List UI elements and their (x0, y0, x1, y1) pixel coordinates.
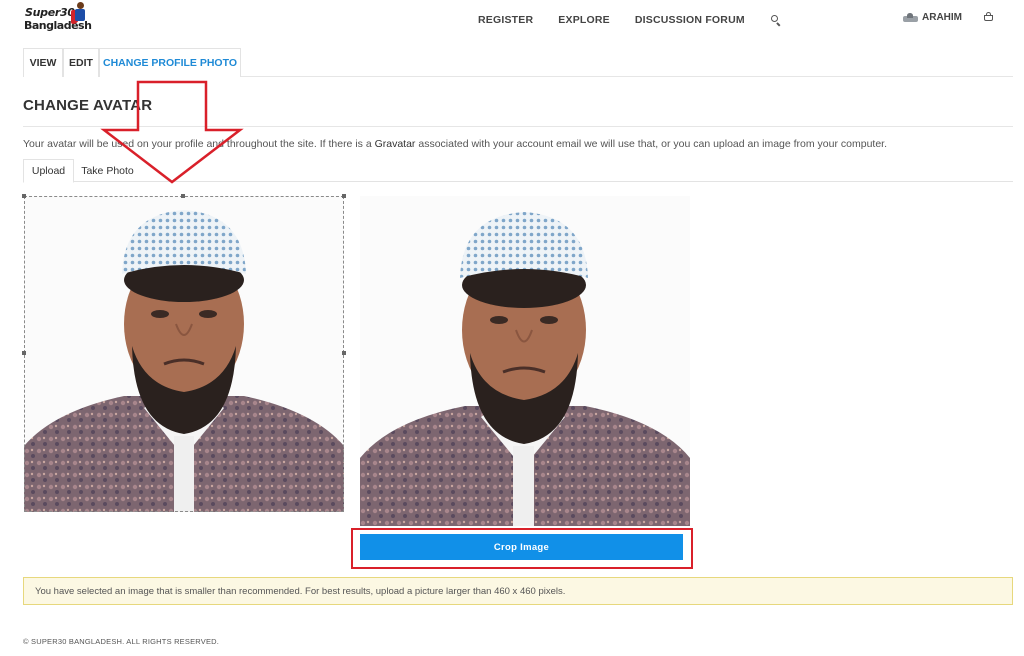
gravatar-link[interactable]: Gravatar (375, 138, 416, 150)
user-menu[interactable]: ARAHIM (903, 12, 962, 23)
crop-handle-top[interactable] (181, 194, 185, 198)
top-navigation: REGISTER EXPLORE DISCUSSION FORUM (478, 14, 782, 27)
description-text-end: associated with your account email we wi… (415, 138, 888, 150)
tab-edit[interactable]: EDIT (63, 48, 99, 77)
tab-change-profile-photo[interactable]: CHANGE PROFILE PHOTO (99, 48, 241, 77)
avatar-preview-image (360, 196, 690, 526)
superhero-logo-icon (71, 2, 86, 26)
logo-line-1: Super30 (25, 6, 75, 19)
crop-handle-top-right[interactable] (342, 194, 346, 198)
nav-explore-link[interactable]: EXPLORE (558, 14, 610, 26)
crop-selection-frame[interactable] (22, 194, 346, 512)
nav-discussion-forum-link[interactable]: DISCUSSION FORUM (635, 14, 745, 26)
user-avatar-icon (903, 12, 918, 23)
annotation-arrow-icon (100, 80, 244, 184)
tab-view[interactable]: VIEW (23, 48, 63, 77)
crop-handle-top-left[interactable] (22, 194, 26, 198)
crop-handle-left[interactable] (22, 351, 26, 355)
nav-register-link[interactable]: REGISTER (478, 14, 533, 26)
tab-upload[interactable]: Upload (23, 159, 74, 183)
basket-icon[interactable] (983, 12, 994, 22)
crop-handle-right[interactable] (342, 351, 346, 355)
profile-tabs: VIEW EDIT CHANGE PROFILE PHOTO (23, 48, 1013, 77)
image-size-warning: You have selected an image that is small… (23, 577, 1013, 605)
footer-copyright: © SUPER30 BANGLADESH. ALL RIGHTS RESERVE… (23, 637, 220, 646)
site-logo[interactable]: Super30 Bangladesh (22, 2, 92, 36)
user-name: ARAHIM (922, 12, 962, 23)
crop-image-button[interactable]: Crop Image (360, 534, 683, 560)
search-icon[interactable] (770, 14, 782, 27)
